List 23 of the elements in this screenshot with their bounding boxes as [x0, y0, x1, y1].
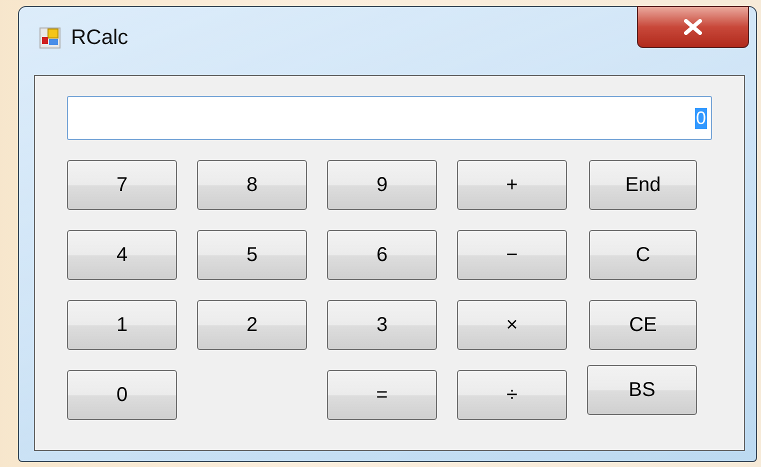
window-title: RCalc	[71, 26, 128, 50]
calculator-key[interactable]: 5	[197, 230, 307, 280]
calculator-key[interactable]: =	[327, 370, 437, 420]
close-button[interactable]	[637, 6, 749, 48]
calculator-key[interactable]: ×	[457, 300, 567, 350]
calculator-key[interactable]: ÷	[457, 370, 567, 420]
calculator-key[interactable]: CE	[589, 300, 697, 350]
calculator-key[interactable]: 0	[67, 370, 177, 420]
calculator-key[interactable]: 6	[327, 230, 437, 280]
calculator-key[interactable]: +	[457, 160, 567, 210]
calculator-key[interactable]: 8	[197, 160, 307, 210]
calculator-key[interactable]: End	[589, 160, 697, 210]
calculator-key[interactable]: BS	[587, 365, 697, 415]
app-icon	[39, 27, 61, 49]
calculator-key[interactable]: 9	[327, 160, 437, 210]
calculator-key[interactable]: C	[589, 230, 697, 280]
calculator-key[interactable]: 7	[67, 160, 177, 210]
calculator-key[interactable]: 3	[327, 300, 437, 350]
calculator-key[interactable]: 4	[67, 230, 177, 280]
calculator-key[interactable]: 2	[197, 300, 307, 350]
calculator-key[interactable]: −	[457, 230, 567, 280]
calculator-key[interactable]: 1	[67, 300, 177, 350]
close-icon	[683, 19, 703, 35]
